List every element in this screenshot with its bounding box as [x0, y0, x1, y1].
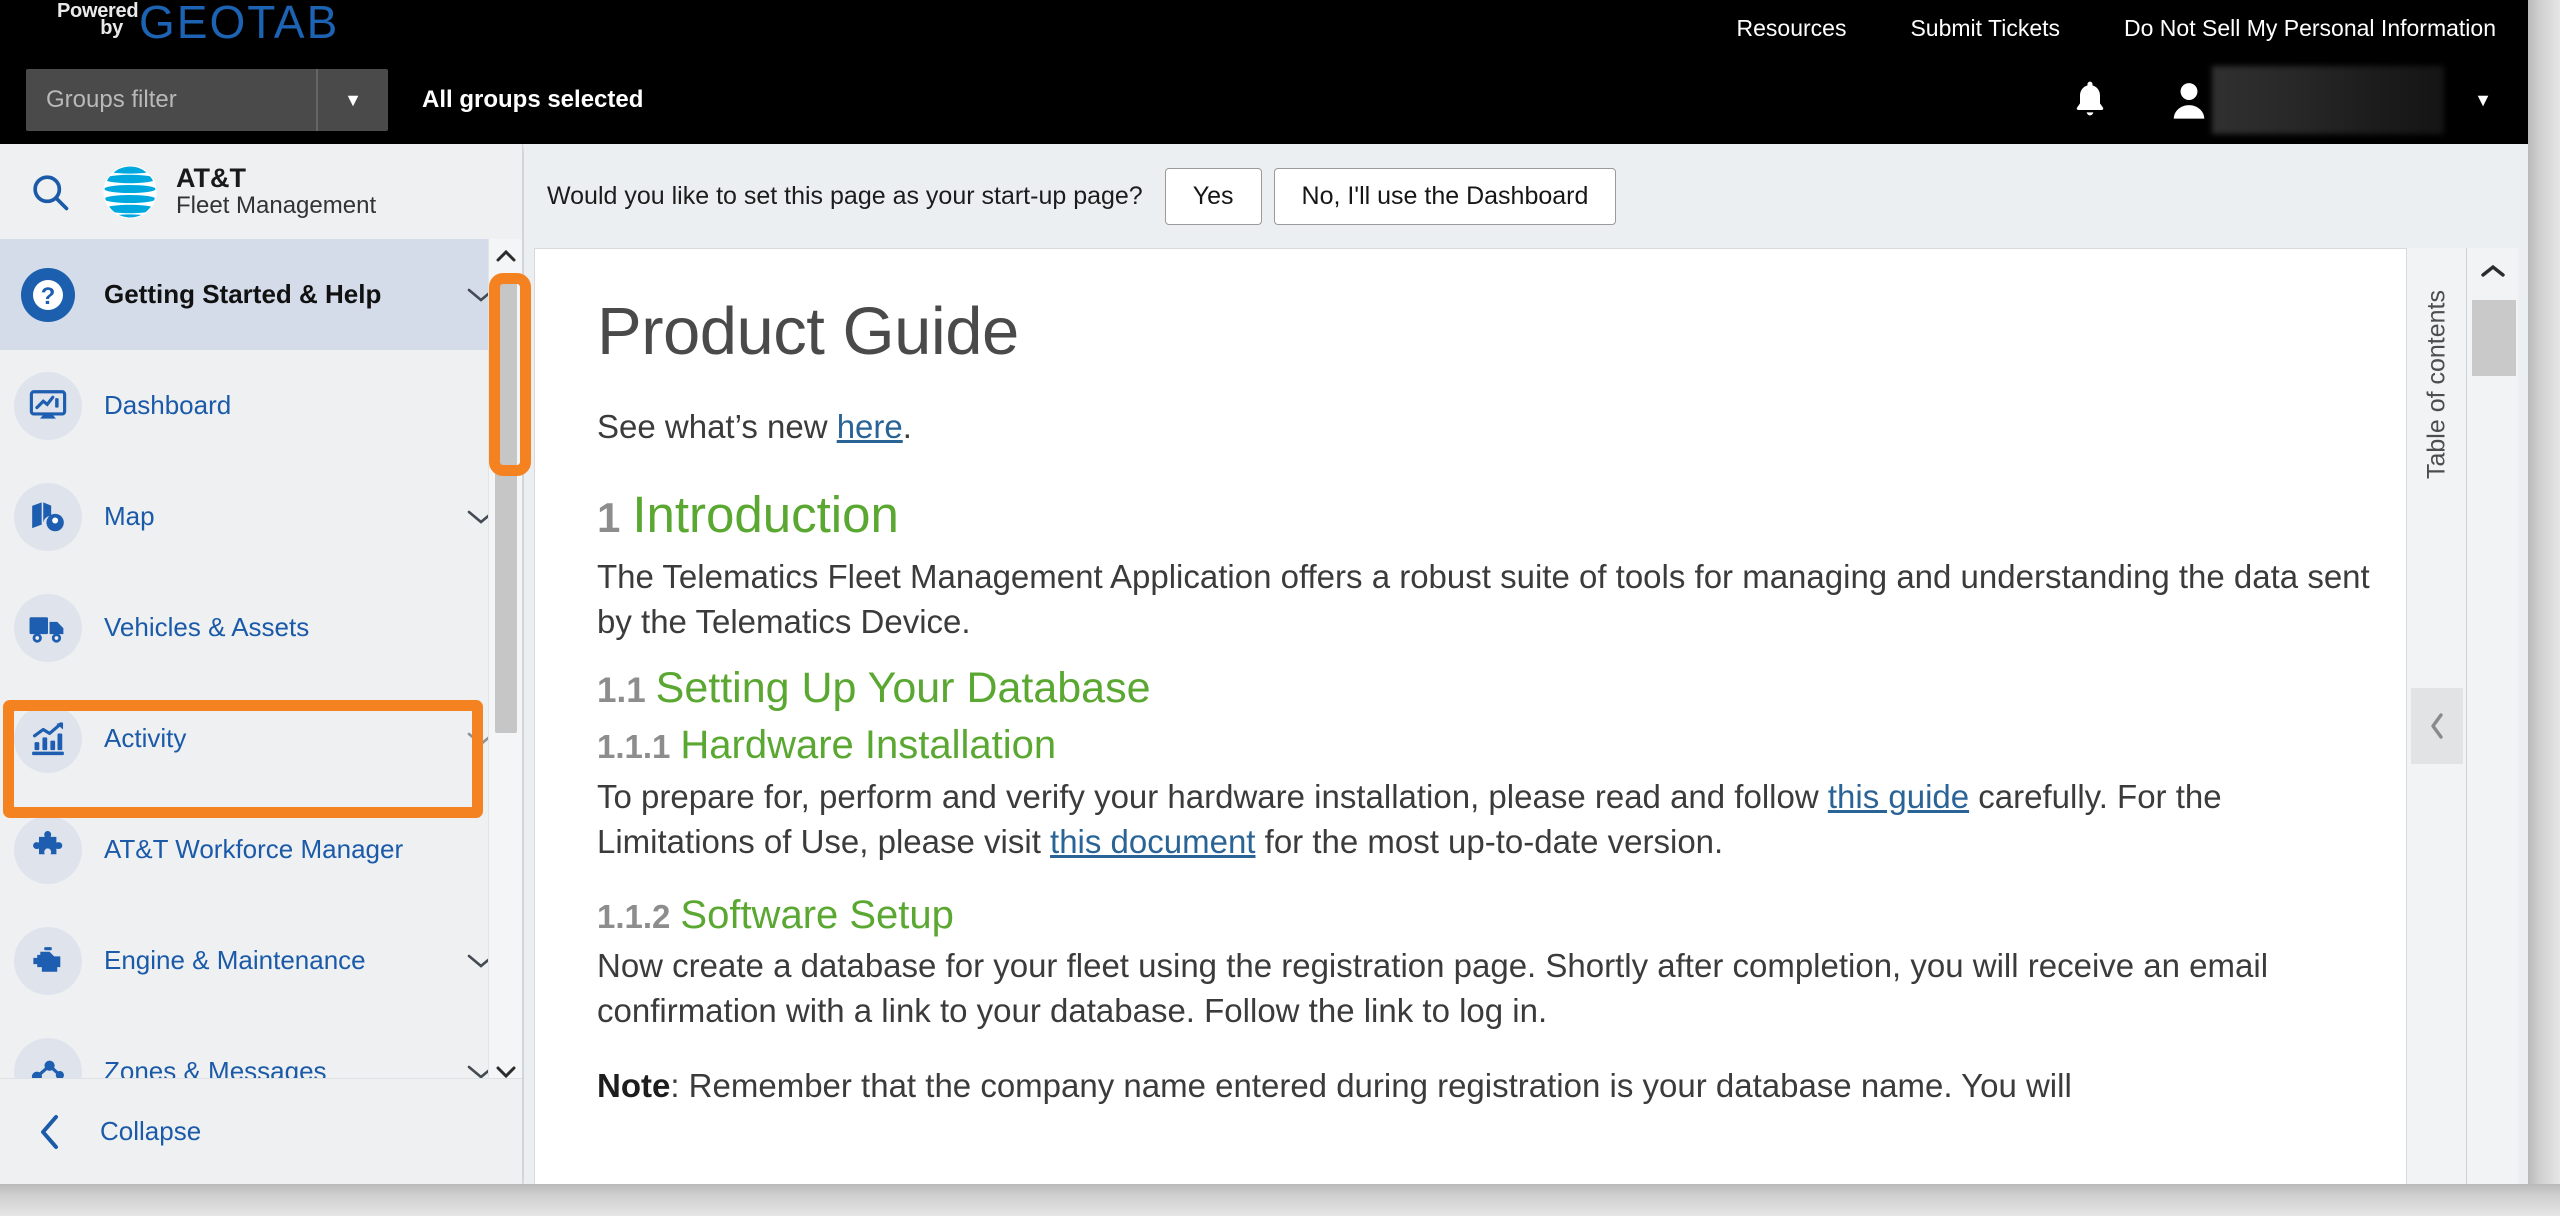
- note-label: Note: [597, 1067, 671, 1105]
- table-of-contents-rail[interactable]: Table of contents: [2406, 248, 2466, 1204]
- bar-chart-trend-icon: [14, 704, 82, 773]
- startup-no-button[interactable]: No, I'll use the Dashboard: [1273, 167, 1617, 225]
- window-bottom-edge: [0, 1184, 2560, 1216]
- engine-icon: [14, 926, 82, 995]
- scroll-up-arrow-icon[interactable]: [2467, 248, 2519, 294]
- window-right-edge: [2528, 0, 2560, 1216]
- whats-new-suffix: .: [902, 407, 912, 445]
- truck-icon: [14, 593, 82, 662]
- document-scrollbar-thumb[interactable]: [2472, 300, 2516, 376]
- whats-new-line: See what’s new here.: [597, 405, 2388, 450]
- user-avatar-icon[interactable]: [2168, 78, 2210, 122]
- scroll-up-arrow-icon[interactable]: [489, 239, 522, 273]
- heading-number: 1.1: [597, 671, 646, 711]
- hw-text-3: for the most up-to-date version.: [1255, 822, 1724, 860]
- sidebar-item-vehicles-assets[interactable]: Vehicles & Assets: [0, 572, 522, 683]
- application-window: Powered by GEOTAB Resources Submit Ticke…: [0, 0, 2560, 1216]
- main-content-area: Would you like to set this page as your …: [524, 144, 2528, 1216]
- nav-link-do-not-sell[interactable]: Do Not Sell My Personal Information: [2092, 15, 2528, 42]
- heading-number: 1.1.1: [597, 728, 671, 766]
- sidebar-header: AT&T Fleet Management: [0, 144, 522, 239]
- map-pin-icon: [14, 482, 82, 551]
- heading-hardware-installation: 1.1.1 Hardware Installation: [597, 723, 2388, 769]
- sidebar-scrollbar-thumb[interactable]: [495, 283, 517, 733]
- user-name-redacted: [2212, 66, 2445, 134]
- paragraph-software-setup: Now create a database for your fleet usi…: [597, 947, 2269, 1030]
- table-of-contents-expand-handle[interactable]: [2411, 688, 2463, 764]
- geotab-wordmark: GEOTAB: [139, 0, 340, 48]
- sidebar-item-dashboard[interactable]: Dashboard: [0, 350, 522, 461]
- sidebar-item-getting-started[interactable]: ? Getting Started & Help: [0, 239, 522, 350]
- sidebar-item-label: Map: [104, 501, 155, 531]
- groups-selected-label: All groups selected: [422, 86, 644, 113]
- notification-bell-icon[interactable]: [2070, 78, 2110, 122]
- powered-by-text: Powered by: [57, 0, 139, 39]
- paragraph-hardware-installation: To prepare for, perform and verify your …: [597, 775, 2388, 865]
- groups-filter-placeholder: Groups filter: [46, 86, 177, 113]
- puzzle-piece-icon: [14, 815, 82, 884]
- whats-new-link[interactable]: here: [837, 408, 903, 445]
- sidebar-item-map[interactable]: Map: [0, 461, 522, 572]
- sidebar-collapse-button[interactable]: Collapse: [0, 1078, 522, 1184]
- product-guide-document: Product Guide See what’s new here. 1 Intr…: [535, 249, 2463, 1109]
- chevron-left-icon: [38, 1113, 100, 1151]
- heading-introduction: 1 Introduction: [597, 486, 2388, 543]
- heading-number: 1.1.2: [597, 897, 671, 935]
- sidebar-item-workforce-manager[interactable]: AT&T Workforce Manager: [0, 794, 522, 905]
- startup-page-prompt: Would you like to set this page as your …: [524, 144, 2528, 248]
- hw-text-1: To prepare for, perform and verify your …: [597, 778, 1828, 816]
- nav-link-submit-tickets[interactable]: Submit Tickets: [1878, 15, 2092, 42]
- sidebar-collapse-label: Collapse: [100, 1116, 202, 1146]
- powered-line-2: by: [100, 17, 123, 39]
- startup-yes-button[interactable]: Yes: [1164, 167, 1262, 225]
- sidebar-item-activity[interactable]: Activity: [0, 683, 522, 794]
- left-sidebar: AT&T Fleet Management ? Getting Started …: [0, 144, 523, 1184]
- powered-by-geotab-logo: Powered by GEOTAB: [57, 0, 340, 48]
- heading-text: Setting Up Your Database: [655, 664, 1151, 713]
- chevron-down-icon[interactable]: ▼: [2474, 90, 2492, 111]
- heading-text: Hardware Installation: [680, 723, 1057, 768]
- logo-line-att: AT&T: [176, 162, 246, 193]
- heading-text: Software Setup: [680, 892, 954, 937]
- sidebar-item-label: Getting Started & Help: [104, 279, 382, 309]
- sidebar-item-label: AT&T Workforce Manager: [104, 834, 404, 864]
- sidebar-item-label: Engine & Maintenance: [104, 945, 366, 975]
- att-globe-icon: [100, 162, 160, 222]
- this-guide-link[interactable]: this guide: [1828, 778, 1969, 815]
- product-guide-document-frame: Product Guide See what’s new here. 1 Intr…: [534, 248, 2464, 1204]
- heading-setting-up-database: 1.1 Setting Up Your Database: [597, 664, 2388, 713]
- paragraph-introduction: The Telematics Fleet Management Applicat…: [597, 557, 2370, 640]
- groups-filter-dropdown[interactable]: Groups filter ▼: [26, 69, 388, 131]
- att-fleet-management-logo: AT&T Fleet Management: [100, 162, 376, 222]
- sidebar-scrollbar[interactable]: [488, 239, 522, 1089]
- top-utility-nav: Resources Submit Tickets Do Not Sell My …: [1705, 0, 2528, 56]
- top-navigation-bar: Powered by GEOTAB Resources Submit Ticke…: [0, 0, 2528, 144]
- heading-number: 1: [597, 493, 621, 541]
- logo-line-fleet: Fleet Management: [176, 192, 377, 220]
- sidebar-item-label: Activity: [104, 723, 187, 753]
- page-title: Product Guide: [597, 294, 1019, 369]
- whats-new-prefix: See what’s new: [597, 407, 837, 445]
- this-document-link[interactable]: this document: [1050, 823, 1255, 860]
- sidebar-item-label: Dashboard: [104, 390, 232, 420]
- topbar-account-area: ▼: [2070, 56, 2492, 144]
- question-mark-icon: ?: [14, 261, 82, 329]
- nav-link-resources[interactable]: Resources: [1705, 15, 1879, 42]
- table-of-contents-label: Table of contents: [2422, 290, 2450, 480]
- dashboard-monitor-icon: [14, 371, 82, 440]
- sidebar-nav-list: ? Getting Started & Help Dashboard Map V…: [0, 239, 522, 1127]
- heading-text: Introduction: [632, 485, 899, 543]
- document-scrollbar[interactable]: [2466, 248, 2518, 1204]
- heading-software-setup: 1.1.2 Software Setup: [597, 893, 2388, 939]
- note-text: : Remember that the company name entered…: [670, 1067, 2072, 1105]
- paragraph-note: Note: Remember that the company name ent…: [597, 1064, 2388, 1109]
- search-icon[interactable]: [0, 170, 100, 214]
- sidebar-item-label: Vehicles & Assets: [104, 612, 310, 642]
- startup-prompt-question: Would you like to set this page as your …: [547, 181, 1143, 210]
- chevron-down-icon[interactable]: ▼: [316, 69, 388, 131]
- sidebar-item-engine-maintenance[interactable]: Engine & Maintenance: [0, 905, 522, 1016]
- svg-text:?: ?: [41, 283, 56, 310]
